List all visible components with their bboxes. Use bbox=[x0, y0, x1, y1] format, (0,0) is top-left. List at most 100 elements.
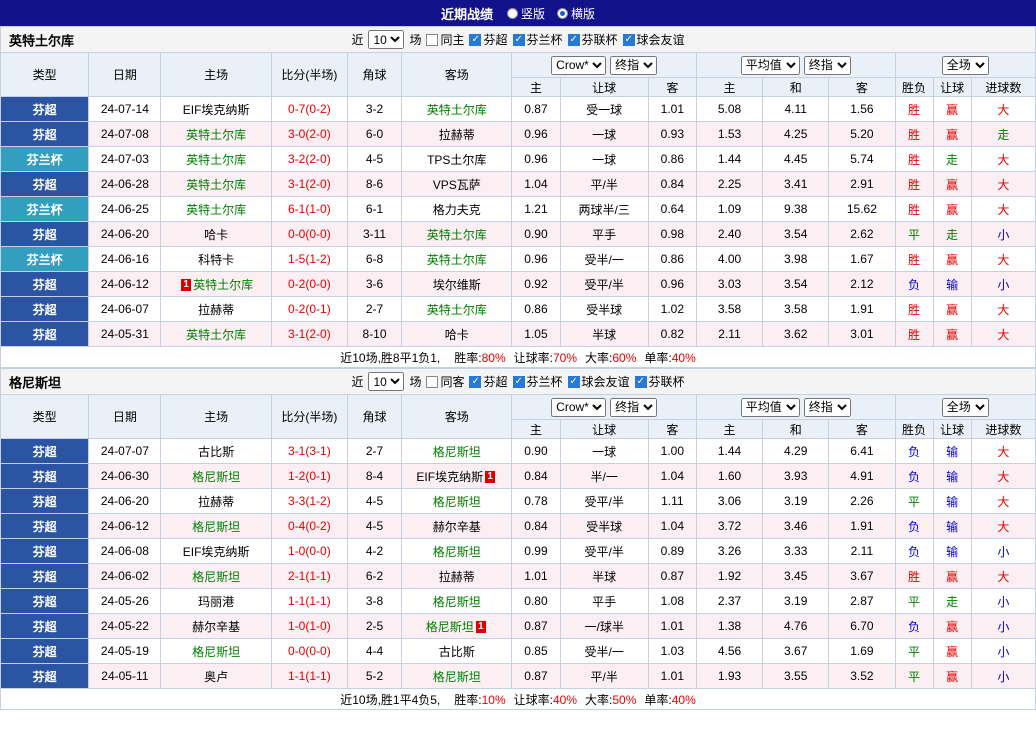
filter-checkbox-option[interactable]: 同客 bbox=[426, 373, 464, 390]
avg-odds: 1.44 bbox=[695, 438, 764, 464]
result-handicap: 赢 bbox=[932, 171, 972, 197]
home-team-name[interactable]: 格尼斯坦 bbox=[192, 645, 240, 659]
score[interactable]: 0-2(0-1) bbox=[288, 302, 331, 316]
odds-stage-select[interactable]: 终指 bbox=[610, 397, 658, 417]
away-team-name[interactable]: 古比斯 bbox=[439, 645, 475, 659]
away-team-name[interactable]: 英特土尔库 bbox=[427, 228, 487, 242]
avg-stage-select[interactable]: 终指 bbox=[803, 397, 851, 417]
home-team-name[interactable]: 格尼斯坦 bbox=[192, 470, 240, 484]
home-team-name[interactable]: 格尼斯坦 bbox=[192, 570, 240, 584]
sub-column-header: 客 bbox=[647, 77, 697, 97]
home-team-name[interactable]: 科特卡 bbox=[198, 253, 234, 267]
avg-odds: 4.11 bbox=[762, 96, 830, 122]
scope-select[interactable]: 全场 bbox=[941, 55, 989, 75]
score[interactable]: 0-2(0-0) bbox=[288, 277, 331, 291]
filter-checkbox-option[interactable]: 球会友谊 bbox=[567, 373, 630, 390]
away-team-name[interactable]: TPS土尔库 bbox=[427, 153, 486, 167]
score[interactable]: 0-0(0-0) bbox=[288, 644, 331, 658]
match-row: 芬超 24-05-22 赫尔辛基 1-0(1-0) 2-5 格尼斯坦 1 0.87 一/球半 1.… bbox=[0, 613, 1036, 639]
score[interactable]: 1-2(0-1) bbox=[288, 469, 331, 483]
home-team-name[interactable]: EIF埃克纳斯 bbox=[183, 103, 250, 117]
away-team-name[interactable]: 英特土尔库 bbox=[427, 103, 487, 117]
away-team-name[interactable]: EIF埃克纳斯 bbox=[416, 470, 483, 484]
score[interactable]: 6-1(1-0) bbox=[288, 202, 331, 216]
away-team-name[interactable]: 格尼斯坦 bbox=[433, 495, 481, 509]
score[interactable]: 3-2(2-0) bbox=[288, 152, 331, 166]
filter-checkbox-option[interactable]: 芬联杯 bbox=[567, 31, 618, 48]
avg-type-select[interactable]: 平均值 bbox=[740, 55, 800, 75]
home-team-name[interactable]: 格尼斯坦 bbox=[192, 520, 240, 534]
home-team-name[interactable]: 拉赫蒂 bbox=[198, 495, 234, 509]
score[interactable]: 1-5(1-2) bbox=[288, 252, 331, 266]
score[interactable]: 3-0(2-0) bbox=[288, 127, 331, 141]
away-team-name[interactable]: 格尼斯坦 bbox=[433, 595, 481, 609]
score[interactable]: 1-0(1-0) bbox=[288, 619, 331, 633]
away-team-cell: EIF埃克纳斯 1 bbox=[401, 463, 513, 489]
score[interactable]: 1-1(1-1) bbox=[288, 594, 331, 608]
home-team-name[interactable]: 英特土尔库 bbox=[186, 178, 246, 192]
checkbox-icon bbox=[512, 375, 525, 388]
avg-stage-select[interactable]: 终指 bbox=[803, 55, 851, 75]
home-team-name[interactable]: EIF埃克纳斯 bbox=[183, 545, 250, 559]
away-team-name[interactable]: 拉赫蒂 bbox=[439, 128, 475, 142]
sub-column-header: 主 bbox=[511, 419, 561, 439]
filter-checkbox-option[interactable]: 同主 bbox=[426, 31, 464, 48]
home-team-name[interactable]: 哈卡 bbox=[204, 228, 228, 242]
score[interactable]: 1-1(1-1) bbox=[288, 669, 331, 683]
away-team-name[interactable]: 英特土尔库 bbox=[427, 303, 487, 317]
score[interactable]: 3-1(3-1) bbox=[288, 444, 331, 458]
result-winloss: 胜 bbox=[894, 96, 934, 122]
filter-checkbox-option[interactable]: 球会友谊 bbox=[622, 31, 685, 48]
away-team-name[interactable]: 英特土尔库 bbox=[427, 253, 487, 267]
away-team-name[interactable]: 埃尔维斯 bbox=[433, 278, 481, 292]
score[interactable]: 0-7(0-2) bbox=[288, 102, 331, 116]
home-team-name[interactable]: 英特土尔库 bbox=[186, 153, 246, 167]
home-team-name[interactable]: 古比斯 bbox=[198, 445, 234, 459]
layout-option-horizontal[interactable]: 横版 bbox=[557, 5, 595, 22]
avg-odds: 2.12 bbox=[828, 271, 896, 297]
score[interactable]: 3-1(2-0) bbox=[288, 177, 331, 191]
filter-checkbox-option[interactable]: 芬兰杯 bbox=[512, 31, 563, 48]
match-count-select[interactable]: 10 bbox=[368, 30, 405, 49]
scope-select[interactable]: 全场 bbox=[941, 397, 989, 417]
score[interactable]: 0-4(0-2) bbox=[288, 519, 331, 533]
home-team-name[interactable]: 拉赫蒂 bbox=[198, 303, 234, 317]
away-team-name[interactable]: 格力夫克 bbox=[433, 203, 481, 217]
avg-type-select[interactable]: 平均值 bbox=[740, 397, 800, 417]
match-count-select[interactable]: 10 bbox=[368, 372, 405, 391]
away-team-name[interactable]: 格尼斯坦 bbox=[426, 620, 474, 634]
score[interactable]: 3-3(1-2) bbox=[288, 494, 331, 508]
away-team-name[interactable]: 格尼斯坦 bbox=[433, 545, 481, 559]
away-team-name[interactable]: 拉赫蒂 bbox=[439, 570, 475, 584]
sub-column-header: 客 bbox=[828, 77, 896, 97]
home-team-name[interactable]: 英特土尔库 bbox=[186, 328, 246, 342]
home-team-name[interactable]: 英特土尔库 bbox=[193, 278, 253, 292]
home-team-name[interactable]: 赫尔辛基 bbox=[192, 620, 240, 634]
filter-checkbox-option[interactable]: 芬超 bbox=[469, 31, 508, 48]
away-team-name[interactable]: 格尼斯坦 bbox=[433, 445, 481, 459]
home-team-name[interactable]: 玛丽港 bbox=[198, 595, 234, 609]
home-team-name[interactable]: 英特土尔库 bbox=[186, 128, 246, 142]
score[interactable]: 0-0(0-0) bbox=[288, 227, 331, 241]
result-goals: 大 bbox=[970, 563, 1036, 589]
odds-stage-select[interactable]: 终指 bbox=[610, 55, 658, 75]
home-team-name[interactable]: 英特土尔库 bbox=[186, 203, 246, 217]
filter-checkbox-option[interactable]: 芬超 bbox=[469, 373, 508, 390]
column-header: 主场 bbox=[160, 52, 272, 97]
checkbox-icon bbox=[567, 375, 580, 388]
away-team-name[interactable]: VPS瓦萨 bbox=[433, 178, 481, 192]
home-team-name[interactable]: 奥卢 bbox=[204, 670, 228, 684]
filter-checkbox-option[interactable]: 芬兰杯 bbox=[512, 373, 563, 390]
odds-company-select[interactable]: Crow* bbox=[551, 397, 607, 417]
result-handicap: 走 bbox=[932, 588, 972, 614]
away-team-name[interactable]: 格尼斯坦 bbox=[433, 670, 481, 684]
filter-checkbox-option[interactable]: 芬联杯 bbox=[634, 373, 685, 390]
score[interactable]: 2-1(1-1) bbox=[288, 569, 331, 583]
odds-company-select[interactable]: Crow* bbox=[551, 55, 607, 75]
score[interactable]: 1-0(0-0) bbox=[288, 544, 331, 558]
score[interactable]: 3-1(2-0) bbox=[288, 327, 331, 341]
layout-option-vertical[interactable]: 竖版 bbox=[506, 5, 545, 22]
away-team-name[interactable]: 哈卡 bbox=[445, 328, 469, 342]
league-badge: 芬超 bbox=[0, 588, 90, 614]
away-team-name[interactable]: 赫尔辛基 bbox=[433, 520, 481, 534]
